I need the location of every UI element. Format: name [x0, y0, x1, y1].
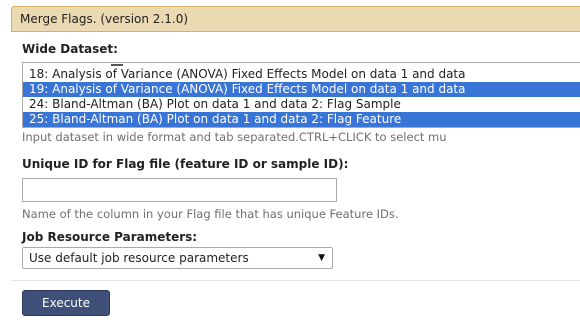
scrolled-text-fragment	[111, 63, 123, 66]
unique-id-input[interactable]	[22, 178, 337, 202]
tool-title: Merge Flags. (version 2.1.0)	[20, 12, 189, 26]
dataset-option-18[interactable]: 18: Analysis of Variance (ANOVA) Fixed E…	[23, 67, 580, 82]
wide-dataset-help: Input dataset in wide format and tab sep…	[22, 130, 447, 144]
dataset-option-24[interactable]: 24: Bland-Altman (BA) Plot on data 1 and…	[23, 97, 580, 112]
wide-dataset-multiselect[interactable]: 18: Analysis of Variance (ANOVA) Fixed E…	[22, 62, 580, 128]
tool-title-bar: Merge Flags. (version 2.1.0)	[11, 6, 580, 32]
form-divider	[11, 280, 580, 281]
tool-form: Merge Flags. (version 2.1.0) Wide Datase…	[0, 0, 580, 320]
dropdown-arrow-icon: ▼	[318, 253, 325, 263]
unique-id-help: Name of the column in your Flag file tha…	[22, 207, 399, 221]
execute-button[interactable]: Execute	[22, 290, 110, 316]
job-resources-selected-value: Use default job resource parameters	[29, 251, 249, 265]
job-resources-select[interactable]: Use default job resource parameters ▼	[22, 247, 333, 269]
unique-id-label: Unique ID for Flag file (feature ID or s…	[22, 157, 349, 171]
dataset-option-25[interactable]: 25: Bland-Altman (BA) Plot on data 1 and…	[23, 112, 580, 127]
wide-dataset-label: Wide Dataset:	[22, 42, 118, 56]
dataset-option-19[interactable]: 19: Analysis of Variance (ANOVA) Fixed E…	[23, 82, 580, 97]
job-resources-label: Job Resource Parameters:	[22, 230, 198, 244]
